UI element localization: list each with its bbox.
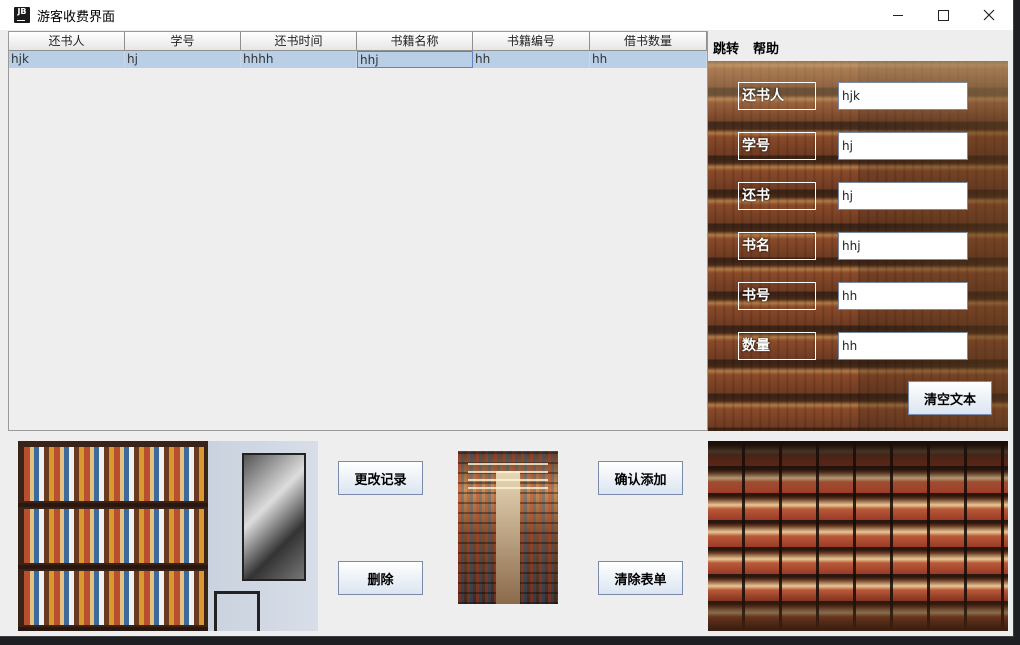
table-cell-focused[interactable]: hhj [357, 51, 473, 68]
table-cell[interactable]: hh [590, 51, 707, 68]
minimize-icon [893, 14, 903, 16]
window-title: 游客收费界面 [37, 10, 116, 25]
column-header-borrow-count[interactable]: 借书数量 [590, 32, 707, 51]
library-shelves-image [708, 441, 1008, 631]
menu-bar: 跳转 帮助 [713, 38, 793, 57]
label-quantity: 数量 [738, 332, 816, 360]
student-id-input[interactable]: hj [838, 132, 968, 160]
column-header-returner[interactable]: 还书人 [9, 32, 125, 51]
return-time-input[interactable]: hj [838, 182, 968, 210]
table-row[interactable]: hjk hj hhhh hhj hh hh [9, 51, 707, 68]
column-header-book-name[interactable]: 书籍名称 [357, 32, 473, 51]
book-number-input[interactable]: hh [838, 282, 968, 310]
returner-input[interactable]: hjk [838, 82, 968, 110]
minimize-button[interactable] [875, 0, 921, 30]
return-form-panel: 还书人 hjk 学号 hj 还书 hj 书名 hhj 书号 hh 数量 hh 清… [708, 61, 1008, 431]
menu-item-jump[interactable]: 跳转 [713, 42, 739, 57]
maximize-button[interactable] [920, 0, 966, 30]
table-cell[interactable]: hh [473, 51, 590, 68]
bookstore-aisle-image [458, 451, 558, 604]
main-window: JB 游客收费界面 还书人 学号 还书时间 书籍名称 书籍编号 借书数量 hjk… [0, 0, 1014, 637]
label-book-number: 书号 [738, 282, 816, 310]
label-book-name: 书名 [738, 232, 816, 260]
close-button[interactable] [966, 0, 1012, 30]
book-name-input[interactable]: hhj [838, 232, 968, 260]
close-icon [983, 9, 995, 21]
column-header-return-time[interactable]: 还书时间 [241, 32, 357, 51]
table-cell[interactable]: hjk [9, 51, 125, 68]
column-header-student-id[interactable]: 学号 [125, 32, 241, 51]
quantity-input[interactable]: hh [838, 332, 968, 360]
delete-button[interactable]: 删除 [338, 561, 423, 595]
clear-text-button[interactable]: 清空文本 [908, 381, 992, 415]
confirm-add-button[interactable]: 确认添加 [598, 461, 683, 495]
label-student-id: 学号 [738, 132, 816, 160]
title-bar: JB 游客收费界面 [0, 0, 1013, 30]
label-returner: 还书人 [738, 82, 816, 110]
clear-form-button[interactable]: 清除表单 [598, 561, 683, 595]
update-record-button[interactable]: 更改记录 [338, 461, 423, 495]
table-cell[interactable]: hhhh [241, 51, 357, 68]
app-icon: JB [14, 7, 30, 23]
records-table[interactable]: 还书人 学号 还书时间 书籍名称 书籍编号 借书数量 hjk hj hhhh h… [8, 31, 708, 431]
bookshelf-room-image [18, 441, 318, 631]
table-header: 还书人 学号 还书时间 书籍名称 书籍编号 借书数量 [9, 32, 707, 51]
bottom-panel: 更改记录 删除 确认添加 清除表单 [8, 431, 1008, 632]
label-return-time: 还书 [738, 182, 816, 210]
table-cell[interactable]: hj [125, 51, 241, 68]
column-header-book-number[interactable]: 书籍编号 [473, 32, 590, 51]
maximize-icon [937, 9, 949, 21]
menu-item-help[interactable]: 帮助 [753, 42, 779, 57]
